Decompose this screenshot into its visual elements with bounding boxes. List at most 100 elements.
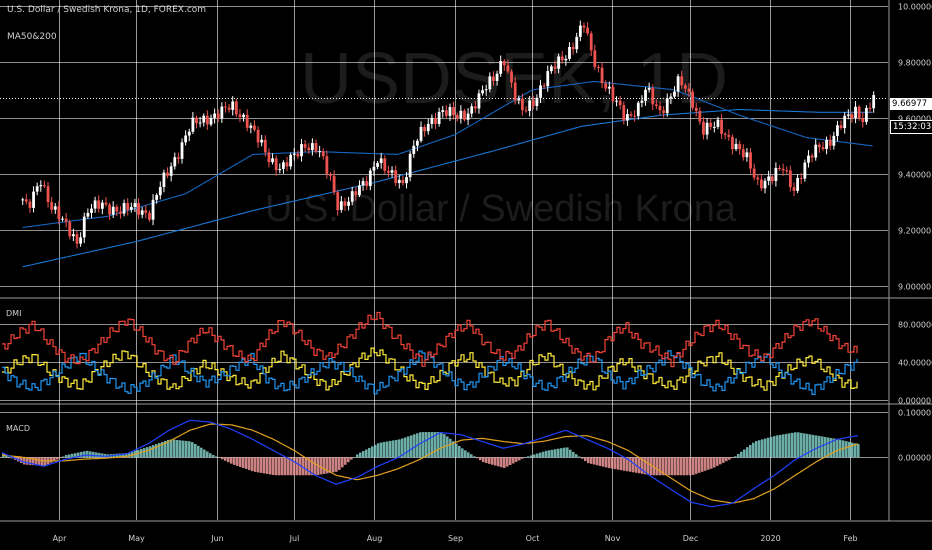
candle-body bbox=[296, 153, 300, 157]
candle-body bbox=[506, 65, 510, 72]
candle-body bbox=[202, 115, 206, 123]
macd-histogram-bar bbox=[719, 457, 722, 465]
candle-body bbox=[339, 201, 343, 211]
candle-body bbox=[238, 114, 242, 118]
macd-histogram-bar bbox=[779, 434, 782, 458]
candle-body bbox=[397, 179, 401, 183]
candle-body bbox=[607, 86, 611, 89]
macd-histogram-bar bbox=[407, 436, 410, 458]
macd-histogram-bar bbox=[200, 447, 203, 458]
candle-body bbox=[64, 218, 68, 222]
macd-histogram-bar bbox=[845, 441, 848, 458]
macd-histogram-bar bbox=[446, 436, 449, 458]
macd-histogram-bar bbox=[389, 440, 392, 458]
candle-body bbox=[267, 152, 271, 163]
macd-histogram-bar bbox=[458, 445, 461, 458]
macd-histogram-bar bbox=[695, 457, 698, 474]
candle-body bbox=[376, 163, 379, 167]
macd-histogram-bar bbox=[815, 435, 818, 458]
candle-body bbox=[310, 143, 314, 151]
candle-body bbox=[727, 135, 731, 137]
candle-body bbox=[75, 234, 79, 244]
candle-body bbox=[843, 115, 847, 129]
macd-histogram-bar bbox=[506, 457, 509, 467]
macd-histogram-bar bbox=[38, 457, 41, 466]
candle-body bbox=[289, 154, 293, 167]
macd-histogram-bar bbox=[275, 457, 278, 476]
candle-body bbox=[195, 117, 198, 124]
y-tick-label: 80.00000 bbox=[898, 321, 932, 330]
candle-body bbox=[604, 83, 608, 89]
macd-histogram-bar bbox=[473, 456, 476, 458]
candle-body bbox=[224, 106, 227, 108]
candle-body bbox=[97, 200, 101, 209]
macd-histogram-bar bbox=[737, 454, 740, 458]
macd-histogram-bar bbox=[71, 453, 74, 458]
y-tick-label: 9.00000 bbox=[898, 283, 931, 292]
macd-histogram-bar bbox=[251, 457, 254, 472]
candle-body bbox=[683, 85, 687, 89]
macd-histogram-bar bbox=[758, 440, 761, 458]
x-tick-label: Feb bbox=[843, 534, 857, 543]
macd-histogram-bar bbox=[341, 457, 344, 468]
macd-histogram-bar bbox=[683, 457, 686, 476]
candle-body bbox=[169, 166, 173, 176]
macd-histogram-bar bbox=[395, 439, 398, 458]
candle-body bbox=[466, 113, 470, 120]
y-tick-label: 9.40000 bbox=[898, 171, 931, 180]
macd-histogram-bar bbox=[674, 457, 677, 476]
candle-body bbox=[347, 201, 350, 206]
macd-histogram-bar bbox=[182, 440, 185, 458]
countdown-box: 15:32:03 bbox=[890, 120, 932, 134]
candle-body bbox=[673, 91, 676, 97]
macd-histogram-bar bbox=[602, 457, 605, 467]
candle-body bbox=[390, 170, 394, 173]
candle-body bbox=[68, 221, 72, 237]
candle-body bbox=[361, 181, 365, 186]
candle-body bbox=[158, 186, 162, 196]
candle-body bbox=[510, 71, 513, 83]
macd-histogram-bar bbox=[455, 443, 458, 458]
candle-body bbox=[448, 107, 452, 116]
candle-body bbox=[430, 117, 434, 124]
macd-histogram-bar bbox=[746, 447, 749, 458]
macd-histogram-bar bbox=[569, 449, 572, 458]
macd-histogram-bar bbox=[686, 457, 689, 476]
macd-histogram-bar bbox=[149, 446, 152, 458]
macd-histogram-bar bbox=[143, 448, 146, 458]
macd-histogram-bar bbox=[365, 449, 368, 458]
x-tick-label: Jul bbox=[289, 534, 300, 543]
candle-body bbox=[807, 155, 810, 163]
macd-histogram-bar bbox=[839, 439, 842, 458]
macd-histogram-bar bbox=[194, 443, 197, 458]
macd-histogram-bar bbox=[59, 457, 62, 459]
candle-body bbox=[57, 206, 61, 220]
candle-body bbox=[549, 66, 553, 72]
candle-body bbox=[452, 107, 456, 116]
candle-body bbox=[220, 106, 224, 119]
macd-histogram-bar bbox=[551, 449, 554, 458]
x-tick-label: Apr bbox=[53, 534, 68, 543]
macd-histogram-bar bbox=[92, 451, 95, 458]
macd-histogram-bar bbox=[41, 457, 44, 466]
y-tick-label: 40.00000 bbox=[898, 359, 932, 368]
macd-histogram-bar bbox=[608, 457, 611, 469]
candle-body bbox=[488, 76, 492, 90]
candle-body bbox=[383, 158, 387, 171]
macd-histogram-bar bbox=[209, 453, 212, 458]
y-tick-label: 0.10000 bbox=[898, 409, 931, 418]
candle-body bbox=[633, 115, 637, 117]
candle-body bbox=[213, 113, 217, 118]
candle-body bbox=[71, 234, 75, 237]
candle-body bbox=[622, 105, 626, 121]
macd-histogram-bar bbox=[587, 457, 590, 464]
macd-histogram-bar bbox=[545, 450, 548, 458]
candle-body bbox=[231, 101, 235, 110]
macd-histogram-bar bbox=[269, 457, 272, 475]
candle-body bbox=[586, 27, 589, 34]
macd-histogram-bar bbox=[716, 457, 719, 466]
di-plus-line bbox=[2, 350, 858, 395]
candle-body bbox=[79, 237, 83, 244]
macd-histogram-bar bbox=[356, 454, 359, 458]
candle-body bbox=[249, 125, 253, 128]
